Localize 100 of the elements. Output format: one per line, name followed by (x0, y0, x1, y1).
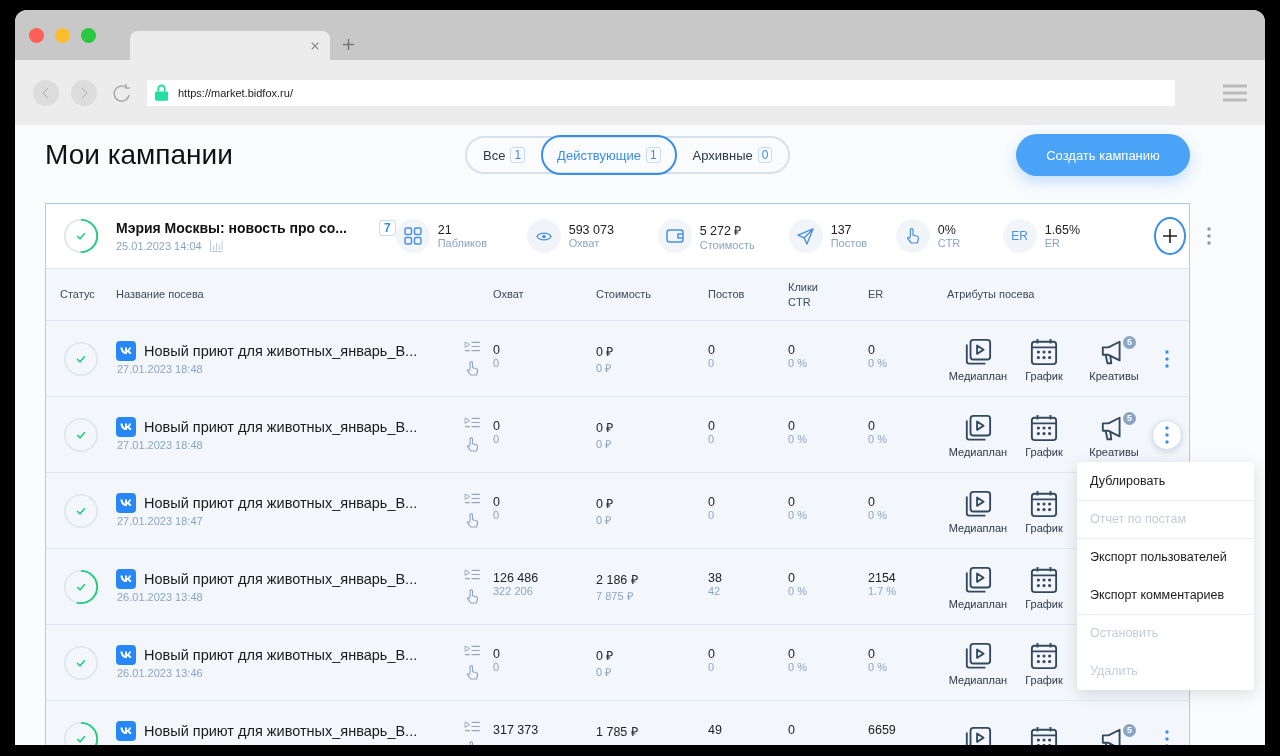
address-bar[interactable]: https://market.bidfox.ru/ (147, 79, 1175, 106)
menu-item[interactable]: Дублировать (1077, 461, 1254, 500)
new-tab-icon[interactable] (342, 38, 355, 51)
metric-value: 0 ₽ (596, 344, 615, 360)
metric-subvalue: 0 (493, 357, 501, 369)
list-icon[interactable] (463, 492, 481, 504)
list-icon[interactable] (463, 340, 481, 352)
seeding-date: 27.01.2023 18:47 (116, 515, 204, 527)
forward-button[interactable] (71, 79, 97, 106)
attribute-label[interactable]: График (1025, 369, 1063, 382)
attribute-label[interactable]: Креативы (1089, 445, 1139, 458)
metric-subvalue: 0 (493, 509, 501, 521)
column-header: Стоимость (596, 287, 653, 302)
stat-label: Постов (830, 237, 868, 249)
metric-subvalue: 0 % (868, 357, 888, 369)
seeding-name[interactable]: Новый приют для животных_январь_В... (144, 495, 418, 511)
attribute-label[interactable]: Медиаплан (948, 369, 1008, 382)
metric-subvalue: 0 % (788, 357, 808, 369)
metric-subvalue: 0 % (788, 433, 808, 445)
seeding-name[interactable]: Новый приют для животных_январь_В... (144, 723, 418, 739)
seeding-date: 27.01.2023 18:48 (116, 363, 204, 375)
campaign-name[interactable]: Мэрия Москвы: новость про со... (116, 220, 371, 236)
page-title: Мои кампании (45, 139, 234, 171)
vk-icon (116, 721, 136, 741)
seeding-date: 26.01.2023 13:46 (116, 667, 204, 679)
stat-value: 1.65% (1044, 223, 1081, 237)
menu-icon[interactable] (1223, 82, 1247, 103)
stat-value: 0% (937, 223, 957, 237)
status-icon (62, 567, 100, 606)
bar-chart-icon[interactable] (209, 239, 223, 252)
maximize-window-button[interactable] (81, 28, 96, 43)
seeding-name[interactable]: Новый приют для животных_январь_В... (144, 419, 418, 435)
metric-subvalue: 0 ₽ (596, 437, 613, 451)
count-badge: 7 (379, 220, 396, 236)
metric-value: 317 373 (493, 723, 540, 737)
metric-value: 0 (868, 495, 876, 509)
close-tab-icon[interactable] (310, 40, 320, 51)
add-button[interactable] (1153, 217, 1186, 255)
metric-value: 0 (788, 571, 796, 585)
list-icon[interactable] (463, 416, 481, 428)
menu-item[interactable]: Экспорт комментариев (1077, 575, 1254, 614)
metric-value: 0 (708, 495, 716, 509)
kebab-icon (1165, 349, 1169, 368)
seeding-date: 27.01.2023 18:48 (116, 439, 204, 451)
metric-value: 0 (788, 495, 796, 509)
metric-subvalue: 0 % (788, 585, 808, 597)
kebab-icon (1165, 729, 1169, 745)
status-icon (62, 643, 100, 682)
attribute-label[interactable]: График (1025, 445, 1063, 458)
status-icon (62, 339, 100, 378)
more-menu-button[interactable] (1152, 419, 1182, 450)
metric-subvalue: 322 206 (493, 585, 534, 597)
attribute-label[interactable]: Медиаплан (948, 521, 1008, 534)
seeding-name[interactable]: Новый приют для животных_январь_В... (144, 647, 418, 663)
back-button[interactable] (33, 79, 59, 106)
metric-subvalue: 0 % (868, 661, 888, 673)
menu-item[interactable]: Экспорт пользователей (1077, 537, 1254, 576)
attribute-label[interactable]: График (1025, 597, 1063, 610)
seeding-name[interactable]: Новый приют для животных_январь_В... (144, 343, 418, 359)
vk-icon (116, 417, 136, 437)
count-badge: 5 (1123, 335, 1136, 349)
metric-subvalue: 0 % (868, 509, 888, 521)
stat-label: CTR (937, 237, 961, 249)
attribute-label[interactable]: Медиаплан (948, 597, 1008, 610)
column-header: Название посева (116, 287, 205, 302)
column-header: ER (868, 287, 885, 302)
metric-value: 0 (493, 419, 501, 433)
metric-subvalue: 0 ₽ (596, 513, 613, 527)
list-icon[interactable] (463, 644, 481, 656)
attribute-label[interactable]: Медиаплан (948, 445, 1008, 458)
stat-value: 137 (830, 223, 853, 237)
metric-subvalue: 1.7 % (868, 585, 898, 597)
metric-value: 6659 (868, 723, 897, 737)
attribute-label[interactable]: Медиаплан (948, 673, 1008, 686)
filter-tab[interactable]: Архивные 0 (676, 135, 789, 175)
close-window-button[interactable] (29, 28, 44, 43)
attribute-label[interactable]: Креативы (1089, 369, 1139, 382)
attribute-label[interactable]: График (1025, 521, 1063, 534)
filter-tab[interactable]: Все 1 (467, 135, 542, 175)
stat-value: 5 272 ₽ (699, 222, 743, 239)
stat-icon (788, 219, 823, 253)
column-header: Клики CTR (788, 280, 819, 309)
metric-subvalue: 0 (708, 661, 716, 673)
metric-value: 0 (708, 343, 716, 357)
list-icon[interactable] (463, 720, 481, 732)
list-icon[interactable] (463, 568, 481, 580)
metric-subvalue: 0 % (788, 661, 808, 673)
stat-label: Пабликов (437, 237, 487, 249)
vk-icon (116, 341, 136, 361)
column-header: Охват (493, 287, 525, 302)
seeding-name[interactable]: Новый приют для животных_январь_В... (144, 571, 418, 587)
attribute-label[interactable]: График (1025, 673, 1063, 686)
metric-subvalue: 0 (493, 661, 501, 673)
er-label: ER (1002, 219, 1037, 253)
metric-value: 0 (788, 647, 796, 661)
stat-label: ER (1044, 237, 1061, 249)
metric-value: 0 ₽ (596, 648, 615, 664)
status-icon (62, 415, 100, 454)
metric-value: 0 (708, 647, 716, 661)
status-icon (62, 217, 100, 255)
